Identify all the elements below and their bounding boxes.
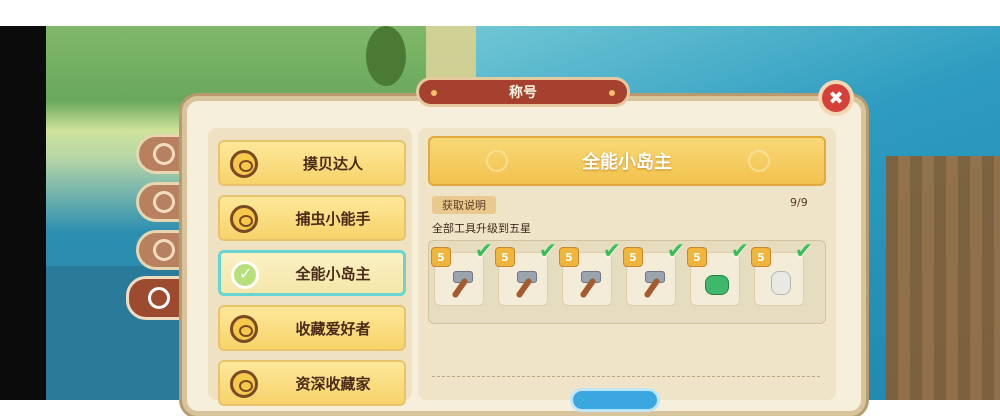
title-badge-icon (230, 315, 258, 343)
title-item-label: 摸贝达人 (302, 154, 363, 173)
acquire-description: 全部工具升级到五星 (432, 222, 531, 235)
title-item-label: 资深收藏家 (295, 374, 371, 393)
dialog-title-text: 称号 (509, 85, 537, 101)
chef-hat-icon (153, 239, 175, 261)
title-ornament (431, 90, 437, 96)
progress-count: 9/9 (790, 196, 808, 209)
watering-can-icon (701, 267, 733, 299)
left-letterbox (0, 26, 46, 400)
star-level-icon: 5 (687, 247, 707, 267)
close-icon: ✖ (828, 87, 844, 109)
gear-icon (153, 143, 175, 165)
top-margin (0, 0, 1000, 26)
sun-decoration-icon (486, 150, 508, 172)
glove-icon (765, 267, 797, 299)
title-ornament (609, 90, 615, 96)
wooden-dock (886, 156, 1000, 400)
dashed-divider (432, 376, 820, 377)
book-icon (153, 191, 175, 213)
checkmark-icon: ✔ (474, 239, 493, 264)
tool-sickle: 5 ✔ (559, 239, 621, 306)
title-item-island-master[interactable]: 全能小岛主 (218, 250, 406, 296)
palm-tree (366, 26, 406, 86)
pickaxe-icon (509, 267, 541, 299)
title-item-collection-fan[interactable]: 收藏爱好者 (218, 305, 406, 351)
title-item-senior-collector[interactable]: 资深收藏家 (218, 360, 406, 406)
title-item-shell-collector[interactable]: 摸贝达人 (218, 140, 406, 186)
star-level-icon: 5 (431, 247, 451, 267)
checkmark-icon: ✔ (538, 239, 557, 264)
titles-list: 摸贝达人 捕虫小能手 全能小岛主 收藏爱好者 资深收藏家 (208, 128, 412, 406)
tool-glove: 5 ✔ (751, 239, 813, 306)
checkmark-icon: ✔ (794, 239, 813, 264)
hatchet-icon (637, 267, 669, 299)
tool-hatchet: 5 ✔ (623, 239, 685, 306)
star-level-icon: 5 (751, 247, 771, 267)
title-badge-icon (230, 150, 258, 178)
title-badge-icon (230, 205, 258, 233)
star-level-icon: 5 (495, 247, 515, 267)
tool-pickaxe: 5 ✔ (495, 239, 557, 306)
equip-button[interactable] (570, 388, 660, 412)
dialog-title: 称号 (416, 77, 630, 107)
title-badge-icon (230, 370, 258, 398)
tool-watering-can: 5 ✔ (687, 239, 749, 306)
title-badge-icon (148, 287, 170, 309)
checkmark-icon: ✔ (666, 239, 685, 264)
checkmark-icon: ✔ (730, 239, 749, 264)
checkmark-icon: ✔ (602, 239, 621, 264)
title-item-label: 捕虫小能手 (295, 209, 371, 228)
title-banner-text: 全能小岛主 (582, 152, 672, 173)
tool-axe: 5 ✔ (431, 239, 493, 306)
check-badge-icon (231, 261, 259, 289)
acquire-info-tag: 获取说明 (432, 196, 496, 214)
star-level-icon: 5 (623, 247, 643, 267)
title-item-bug-catcher[interactable]: 捕虫小能手 (218, 195, 406, 241)
axe-icon (445, 267, 477, 299)
sun-decoration-icon (748, 150, 770, 172)
title-item-label: 收藏爱好者 (295, 319, 371, 338)
star-level-icon: 5 (559, 247, 579, 267)
close-button[interactable]: ✖ (818, 80, 854, 116)
title-item-label: 全能小岛主 (295, 264, 371, 283)
sickle-icon (573, 267, 605, 299)
